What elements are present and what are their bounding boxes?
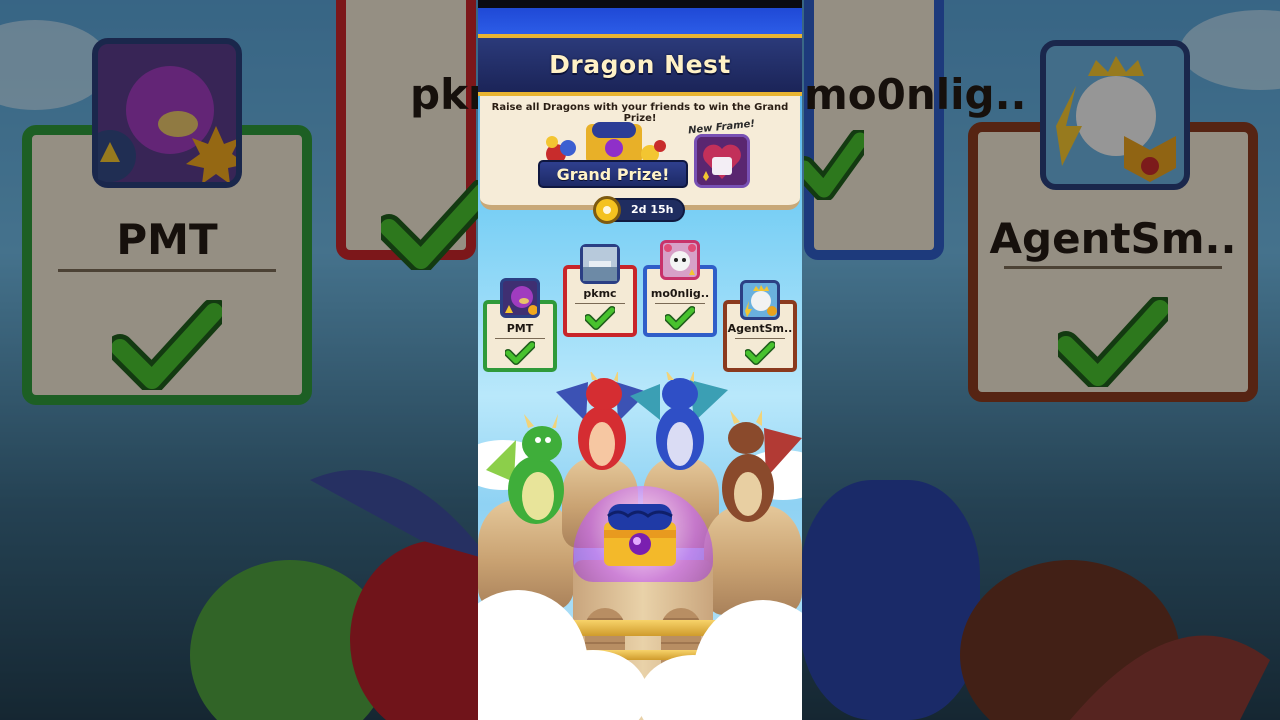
bg-divider — [1004, 266, 1222, 269]
checkmark-icon — [112, 300, 222, 390]
heart-frame-icon — [697, 137, 747, 185]
event-title: Dragon Nest — [549, 50, 731, 79]
panda-avatar-icon — [664, 244, 696, 275]
player-name: AgentSm.. — [727, 322, 793, 335]
timer-text: 2d 15h — [631, 203, 674, 216]
bg-dragon-wing — [310, 470, 490, 560]
bg-player-name: mo0nlig.. — [804, 70, 1027, 119]
brown-dragon — [722, 410, 802, 522]
bg-avatar — [84, 38, 246, 188]
status-bar — [478, 0, 802, 8]
checkmark-icon — [1058, 297, 1168, 387]
pig-avatar-icon — [84, 66, 246, 184]
king-dog-avatar-icon — [1056, 56, 1176, 182]
frame-preview[interactable] — [694, 134, 750, 188]
bg-player-card — [804, 0, 944, 260]
game-screen: PMT pkmc mo0nlig.. AgentSm.. Dragon Nest… — [0, 0, 1280, 720]
checkmark-icon — [665, 306, 695, 330]
grand-prize-label: Grand Prize! — [556, 165, 670, 184]
card-divider — [655, 303, 705, 304]
player-name: pkmc — [583, 287, 617, 300]
checkmark-icon — [804, 130, 864, 200]
treasure-chest-icon[interactable] — [600, 500, 680, 570]
bg-player-name: PMT — [116, 215, 218, 264]
bg-dragon-wing — [1070, 635, 1270, 720]
bg-blue-dragon — [800, 480, 980, 720]
checkmark-icon — [745, 341, 775, 365]
player-avatar[interactable] — [500, 278, 540, 318]
player-avatar[interactable] — [580, 244, 620, 284]
card-divider — [735, 338, 785, 339]
bg-divider — [58, 269, 276, 272]
info-panel: Raise all Dragons with your friends to w… — [480, 96, 800, 210]
title-banner: Dragon Nest — [478, 34, 802, 96]
grand-prize-banner: Grand Prize! — [538, 160, 688, 188]
tower-gold-band — [570, 620, 716, 636]
checkmark-icon — [381, 180, 491, 270]
player-name: mo0nlig.. — [650, 287, 710, 300]
pig-avatar-icon — [505, 286, 538, 315]
king-dog-avatar-icon — [745, 285, 777, 317]
bg-player-card — [336, 0, 491, 270]
checkmark-icon — [505, 341, 535, 365]
bg-avatar — [1040, 40, 1190, 190]
top-strip — [478, 8, 802, 36]
timer-pill: 2d 15h — [593, 196, 685, 224]
checkmark-icon — [585, 306, 615, 330]
card-divider — [495, 338, 545, 339]
landscape-avatar-icon — [583, 247, 617, 281]
bg-cloud — [1180, 10, 1280, 90]
player-avatar[interactable] — [740, 280, 780, 320]
clock-icon — [593, 196, 621, 224]
player-name: PMT — [506, 322, 534, 335]
game-panel: Dragon Nest Raise all Dragons with your … — [478, 0, 802, 720]
player-avatar[interactable] — [660, 240, 700, 280]
bg-player-name: AgentSm.. — [989, 214, 1237, 263]
card-divider — [575, 303, 625, 304]
